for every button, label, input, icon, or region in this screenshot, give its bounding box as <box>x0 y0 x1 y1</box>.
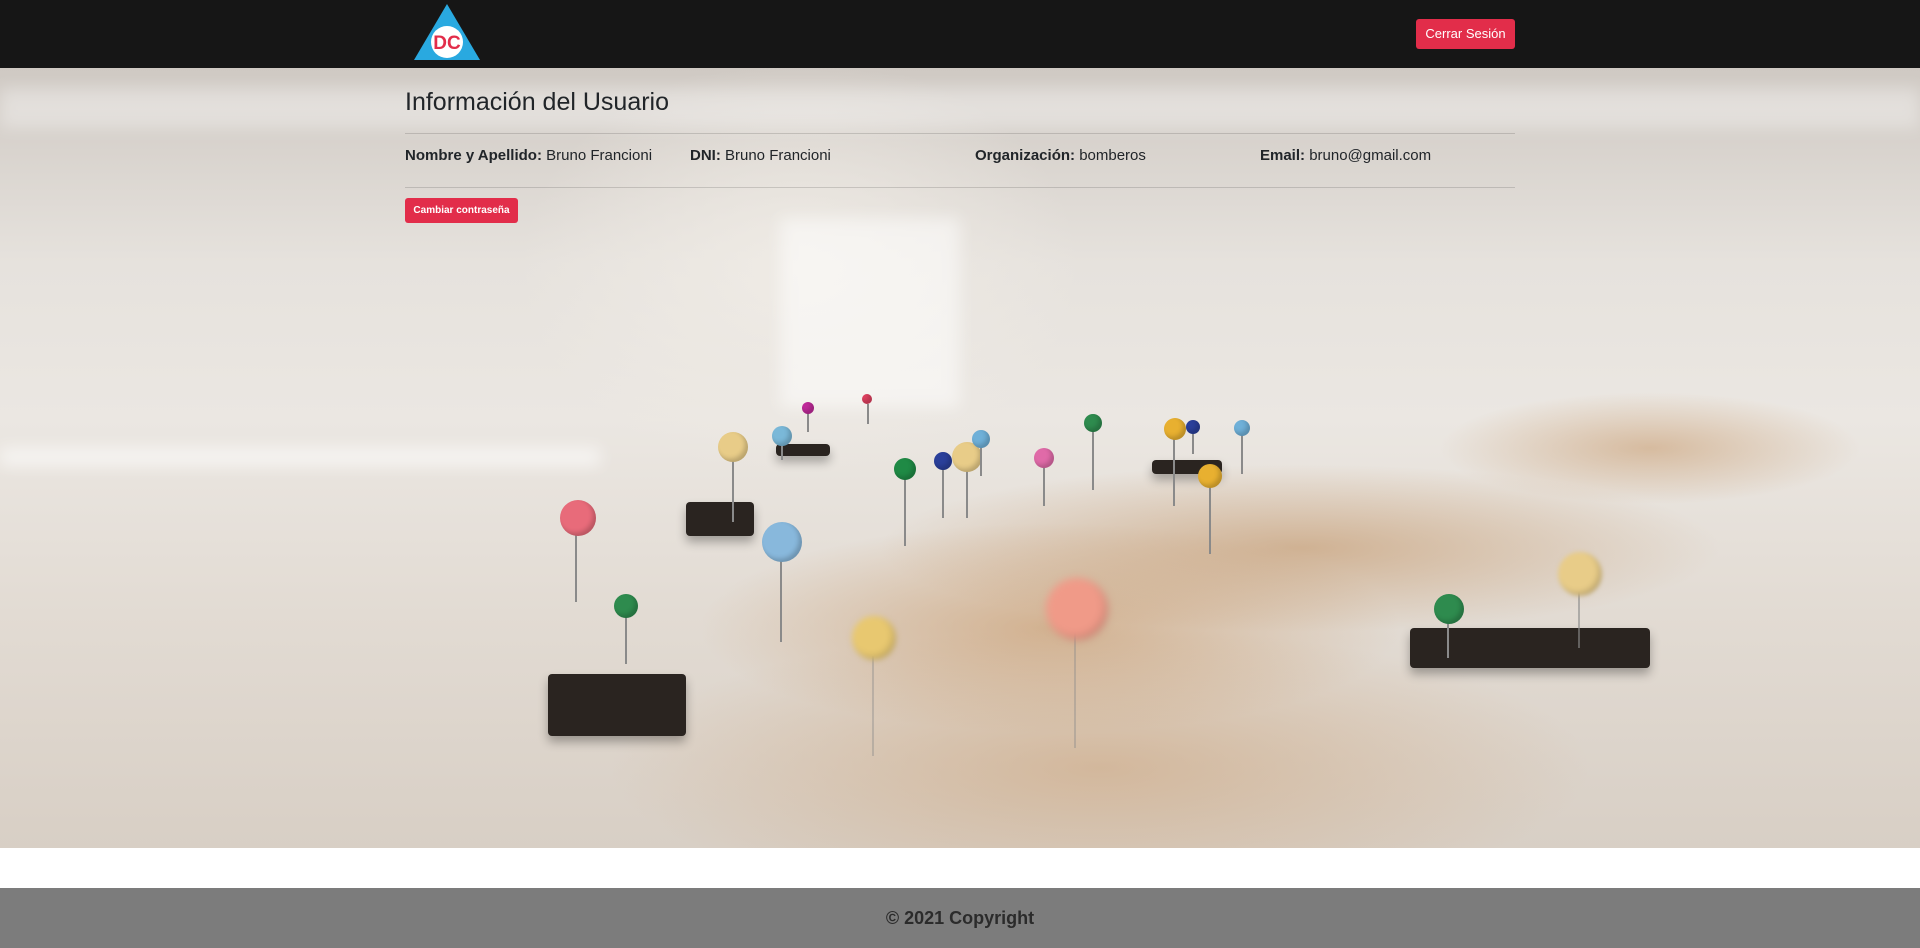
field-label: Organización: <box>975 147 1076 164</box>
field-label: Nombre y Apellido: <box>405 147 542 164</box>
field-value: Bruno Francioni <box>546 147 653 164</box>
footer-copyright: © 2021 Copyright <box>885 908 1035 928</box>
field-organizacion: Organización: bomberos <box>975 147 1146 164</box>
field-label: DNI: <box>690 147 721 164</box>
field-value: bomberos <box>1079 147 1146 164</box>
divider <box>405 187 1515 188</box>
logo-text: DC <box>433 33 461 54</box>
field-email: Email: bruno@gmail.com <box>1260 147 1431 164</box>
field-value: bruno@gmail.com <box>1309 147 1432 164</box>
dc-logo[interactable]: DC <box>414 4 480 60</box>
change-password-button[interactable]: Cambiar contraseña <box>405 198 518 223</box>
field-label: Email: <box>1260 147 1306 164</box>
page-title: Información del Usuario <box>405 88 670 116</box>
background-map-image <box>0 68 1920 848</box>
field-value: Bruno Francioni <box>725 147 831 164</box>
spacer <box>0 848 1920 888</box>
field-nombre-apellido: Nombre y Apellido: Bruno Francioni <box>405 147 652 164</box>
navbar: DC Cerrar Sesión <box>0 0 1920 68</box>
field-dni: DNI: Bruno Francioni <box>690 147 831 164</box>
divider <box>405 133 1515 134</box>
footer: © 2021 Copyright <box>0 888 1920 948</box>
logout-button[interactable]: Cerrar Sesión <box>1416 19 1515 49</box>
